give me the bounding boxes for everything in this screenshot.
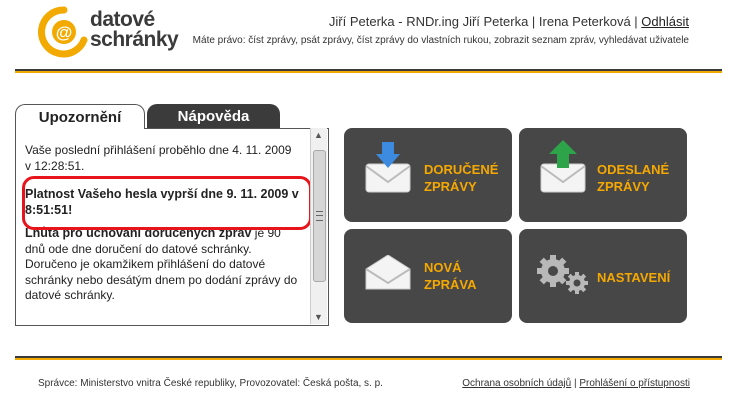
notices-scrollbar[interactable]: ▲ ▼ <box>310 128 327 324</box>
at-sign-logo-icon: @ <box>38 6 88 58</box>
logout-link[interactable]: Odhlásit <box>641 14 689 29</box>
tab-help[interactable]: Nápověda <box>147 104 280 128</box>
user-names: Jiří Peterka - RNDr.ing Jiří Peterka | I… <box>328 14 638 29</box>
footer-links: Ochrana osobních údajů | Prohlášení o př… <box>462 378 690 389</box>
envelope-arrow-up-icon <box>540 140 586 193</box>
tab-notices[interactable]: Upozornění <box>15 104 145 129</box>
envelope-arrow-down-icon <box>365 142 411 193</box>
footer-separator: | <box>573 378 577 389</box>
new-message-tile[interactable]: Nová zpráva <box>344 229 512 323</box>
received-messages-label: Doručené zprávy <box>424 162 499 194</box>
user-info: Jiří Peterka - RNDr.ing Jiří Peterka | I… <box>329 14 689 29</box>
settings-tile[interactable]: Nastavení <box>519 229 687 323</box>
svg-text:@: @ <box>56 23 73 42</box>
footer-operators: Správce: Ministerstvo vnitra České repub… <box>38 378 383 389</box>
brand-line-2: schránky <box>90 28 179 51</box>
scroll-down-arrow-icon[interactable]: ▼ <box>314 312 323 322</box>
received-messages-tile[interactable]: Doručené zprávy <box>344 128 512 222</box>
sent-messages-label: Odeslané zprávy <box>597 162 670 194</box>
privacy-link[interactable]: Ochrana osobních údajů <box>462 378 571 389</box>
footer-divider <box>15 356 722 360</box>
logo: @ datové schránky <box>38 6 179 58</box>
sent-messages-tile[interactable]: Odeslané zprávy <box>519 128 687 222</box>
header-divider <box>15 69 722 73</box>
brand-name: datové schránky <box>90 8 179 51</box>
scroll-up-arrow-icon[interactable]: ▲ <box>314 130 323 140</box>
grip-icon <box>316 211 323 221</box>
open-envelope-icon <box>365 255 411 290</box>
brand-line-1: datové <box>90 8 155 31</box>
password-warning-highlight <box>22 176 312 230</box>
scroll-thumb[interactable] <box>313 150 326 282</box>
retention-block: Lhůta pro uchování doručených zpráv je 9… <box>25 226 300 304</box>
rights-text: Máte právo: číst zprávy, psát zprávy, čí… <box>192 35 689 46</box>
settings-label: Nastavení <box>597 270 671 285</box>
last-login-text: Vaše poslední přihlášení proběhlo dne 4.… <box>25 143 292 173</box>
new-message-label: Nová zpráva <box>424 260 477 292</box>
gears-icon <box>537 255 588 294</box>
accessibility-link[interactable]: Prohlášení o přístupnosti <box>579 378 690 389</box>
